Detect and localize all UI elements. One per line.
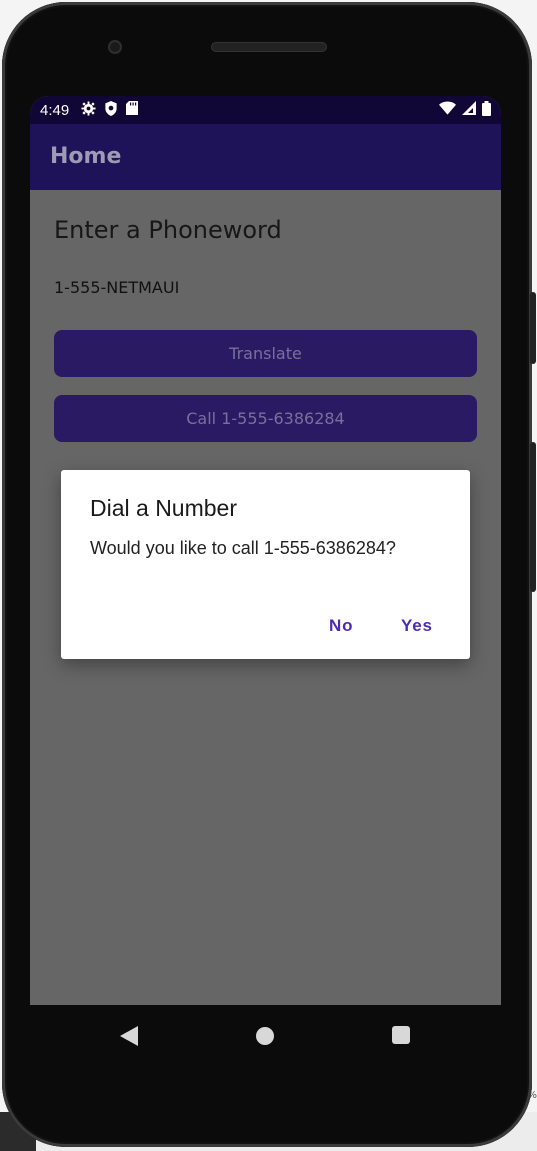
translate-button[interactable]: Translate [54,330,477,377]
cell-signal-icon [462,101,476,119]
status-icons-right [439,100,491,120]
call-button[interactable]: Call 1-555-6386284 [54,395,477,442]
home-icon[interactable] [256,1027,274,1045]
status-bar: 4:49 [30,96,501,124]
dialog-message: Would you like to call 1-555-6386284? [90,538,396,558]
wifi-icon [439,101,456,119]
app-title: Home [50,144,122,169]
shield-icon [104,100,118,120]
back-icon[interactable] [120,1026,138,1051]
dialog-yes-button[interactable]: Yes [401,616,433,636]
dialog-title: Dial a Number [90,495,237,521]
phoneword-entry[interactable]: 1-555-NETMAUI [54,278,179,297]
dial-dialog: Dial a Number Would you like to call 1-5… [61,470,470,659]
power-button[interactable] [530,292,536,364]
page-heading: Enter a Phoneword [54,216,282,244]
sd-card-icon [126,101,139,119]
navigation-bar [30,1005,501,1065]
earpiece-speaker [211,42,327,52]
volume-button[interactable] [530,442,536,592]
battery-icon [482,100,491,120]
gear-icon [81,100,96,120]
dialog-no-button[interactable]: No [329,616,353,636]
front-camera [108,40,122,54]
status-icons-left [81,100,139,120]
app-bar: Home [30,124,501,190]
recents-icon[interactable] [392,1026,410,1044]
status-time: 4:49 [40,101,70,119]
